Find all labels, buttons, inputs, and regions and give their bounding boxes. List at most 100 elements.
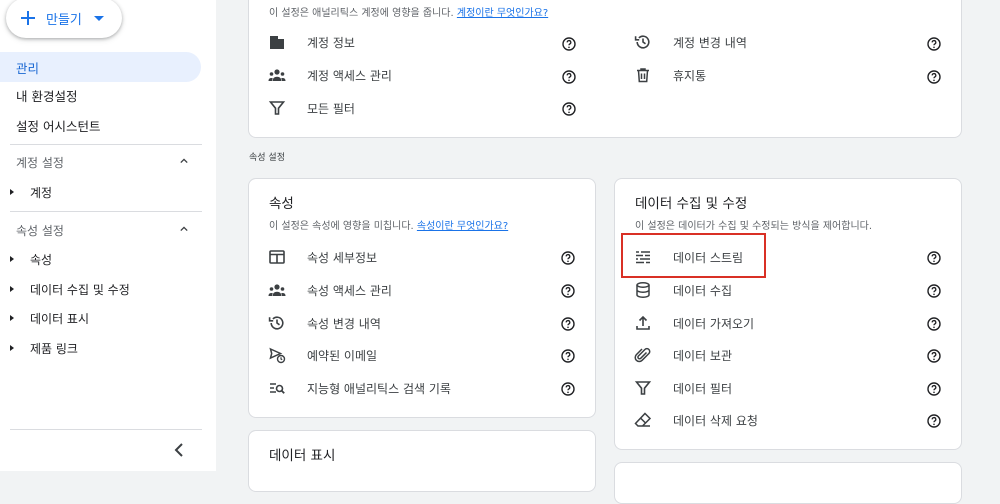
row-data-retention[interactable]: 데이터 보관	[633, 343, 732, 367]
sidebar-item-product-links[interactable]: 제품 링크	[0, 335, 78, 361]
help-icon[interactable]	[562, 102, 576, 116]
create-button[interactable]: 만들기	[6, 0, 122, 38]
row-all-filters[interactable]: 모든 필터	[267, 96, 355, 120]
database-icon	[633, 280, 653, 300]
row-account-change-history-label: 계정 변경 내역	[673, 35, 747, 50]
row-data-import[interactable]: 데이터 가져오기	[633, 311, 754, 335]
property-card-subtitle: 이 설정은 속성에 영향을 미칩니다. 속성이란 무엇인가요?	[269, 217, 508, 232]
sidebar-item-account-label: 계정	[30, 185, 53, 200]
row-data-deletion-requests[interactable]: 데이터 삭제 요청	[633, 408, 758, 432]
account-card-subtitle: 이 설정은 애널리틱스 계정에 영향을 줍니다. 계정이란 무엇인가요?	[269, 4, 548, 19]
sidebar-item-account[interactable]: 계정	[0, 179, 52, 205]
property-settings-section-label: 속성 설정	[249, 153, 285, 163]
search-history-icon	[267, 378, 287, 398]
divider	[10, 429, 202, 430]
help-icon[interactable]	[927, 317, 941, 331]
row-data-filters[interactable]: 데이터 필터	[633, 376, 732, 400]
data-collection-card: 데이터 수집 및 수정 이 설정은 데이터가 수집 및 수정되는 방식을 제어합…	[614, 178, 962, 450]
account-settings-label: 계정 설정	[16, 155, 64, 170]
row-data-collection[interactable]: 데이터 수집	[633, 278, 732, 302]
dropdown-caret-icon	[93, 15, 104, 21]
trash-icon	[633, 65, 653, 85]
collapse-sidebar-icon[interactable]	[170, 440, 190, 460]
help-icon[interactable]	[927, 284, 941, 298]
help-icon[interactable]	[561, 382, 575, 396]
row-property-details-label: 속성 세부정보	[307, 250, 378, 265]
data-stream-icon	[633, 247, 653, 267]
help-icon[interactable]	[927, 382, 941, 396]
help-icon[interactable]	[562, 37, 576, 51]
help-icon[interactable]	[562, 70, 576, 84]
row-scheduled-emails-label: 예약된 이메일	[307, 348, 378, 363]
help-icon[interactable]	[561, 349, 575, 363]
help-icon[interactable]	[927, 37, 941, 51]
plus-icon	[21, 11, 35, 25]
nav-admin-label: 관리	[16, 60, 40, 76]
sidebar-item-data-collection-label: 데이터 수집 및 수정	[30, 282, 130, 297]
expand-arrow-icon	[10, 256, 14, 262]
row-trash-label: 휴지통	[673, 68, 707, 83]
row-all-filters-label: 모든 필터	[307, 101, 355, 116]
what-is-property-link[interactable]: 속성이란 무엇인가요?	[417, 221, 508, 232]
property-settings-label: 속성 설정	[16, 223, 64, 238]
account-card-subtitle-text: 이 설정은 애널리틱스 계정에 영향을 줍니다.	[269, 8, 454, 19]
history-icon	[267, 313, 287, 333]
sidebar-item-data-display-label: 데이터 표시	[30, 311, 90, 326]
row-account-change-history[interactable]: 계정 변경 내역	[633, 30, 747, 54]
row-data-import-label: 데이터 가져오기	[673, 316, 755, 331]
chevron-up-icon	[180, 226, 188, 232]
filter-icon	[633, 378, 653, 398]
row-data-collection-label: 데이터 수집	[673, 283, 733, 298]
row-search-history[interactable]: 지능형 애널리틱스 검색 기록	[267, 376, 451, 400]
row-data-retention-label: 데이터 보관	[673, 348, 733, 363]
help-icon[interactable]	[561, 284, 575, 298]
sidebar-item-data-collection[interactable]: 데이터 수집 및 수정	[0, 276, 130, 302]
nav-setup-assistant-label: 설정 어시스턴트	[16, 118, 101, 134]
expand-arrow-icon	[10, 286, 14, 292]
nav-my-preferences[interactable]: 내 환경설정	[0, 80, 77, 110]
sidebar-item-property[interactable]: 속성	[0, 246, 52, 272]
row-property-details[interactable]: 속성 세부정보	[267, 245, 377, 269]
divider	[10, 211, 202, 212]
divider	[10, 144, 202, 145]
row-data-deletion-requests-label: 데이터 삭제 요청	[673, 413, 758, 428]
row-data-streams-label: 데이터 스트림	[673, 250, 744, 265]
expand-arrow-icon	[10, 315, 14, 321]
eraser-icon	[633, 410, 653, 430]
expand-arrow-icon	[10, 189, 14, 195]
account-settings-header[interactable]: 계정 설정	[0, 149, 200, 175]
row-search-history-label: 지능형 애널리틱스 검색 기록	[307, 381, 451, 396]
paperclip-icon	[633, 345, 653, 365]
people-icon	[267, 280, 287, 300]
help-icon[interactable]	[927, 414, 941, 428]
what-is-account-link[interactable]: 계정이란 무엇인가요?	[457, 8, 548, 19]
row-property-change-history-label: 속성 변경 내역	[307, 316, 381, 331]
sidebar-item-product-links-label: 제품 링크	[30, 341, 78, 356]
data-display-card-title: 데이터 표시	[269, 448, 336, 464]
row-scheduled-emails[interactable]: 예약된 이메일	[267, 343, 377, 367]
help-icon[interactable]	[561, 317, 575, 331]
property-settings-header[interactable]: 속성 설정	[0, 217, 200, 243]
property-card-subtitle-text: 이 설정은 속성에 영향을 미칩니다.	[269, 221, 414, 232]
data-collection-card-subtitle: 이 설정은 데이터가 수집 및 수정되는 방식을 제어합니다.	[635, 221, 873, 232]
people-icon	[267, 65, 287, 85]
row-account-access[interactable]: 계정 액세스 관리	[267, 63, 392, 87]
row-account-details-label: 계정 정보	[307, 35, 355, 50]
row-property-change-history[interactable]: 속성 변경 내역	[267, 311, 381, 335]
create-button-label: 만들기	[46, 12, 82, 28]
help-icon[interactable]	[927, 251, 941, 265]
property-card-title: 속성	[269, 196, 294, 212]
account-settings-card: 이 설정은 애널리틱스 계정에 영향을 줍니다. 계정이란 무엇인가요? 계정 …	[248, 0, 962, 138]
nav-admin[interactable]: 관리	[0, 52, 201, 82]
data-display-card: 데이터 표시	[248, 430, 596, 492]
row-trash[interactable]: 휴지통	[633, 63, 706, 87]
help-icon[interactable]	[927, 70, 941, 84]
row-account-details[interactable]: 계정 정보	[267, 30, 355, 54]
help-icon[interactable]	[927, 349, 941, 363]
row-property-access[interactable]: 속성 액세스 관리	[267, 278, 392, 302]
sidebar-item-data-display[interactable]: 데이터 표시	[0, 305, 89, 331]
expand-arrow-icon	[10, 345, 14, 351]
row-data-streams[interactable]: 데이터 스트림	[633, 245, 743, 269]
help-icon[interactable]	[561, 251, 575, 265]
nav-setup-assistant[interactable]: 설정 어시스턴트	[0, 110, 100, 140]
